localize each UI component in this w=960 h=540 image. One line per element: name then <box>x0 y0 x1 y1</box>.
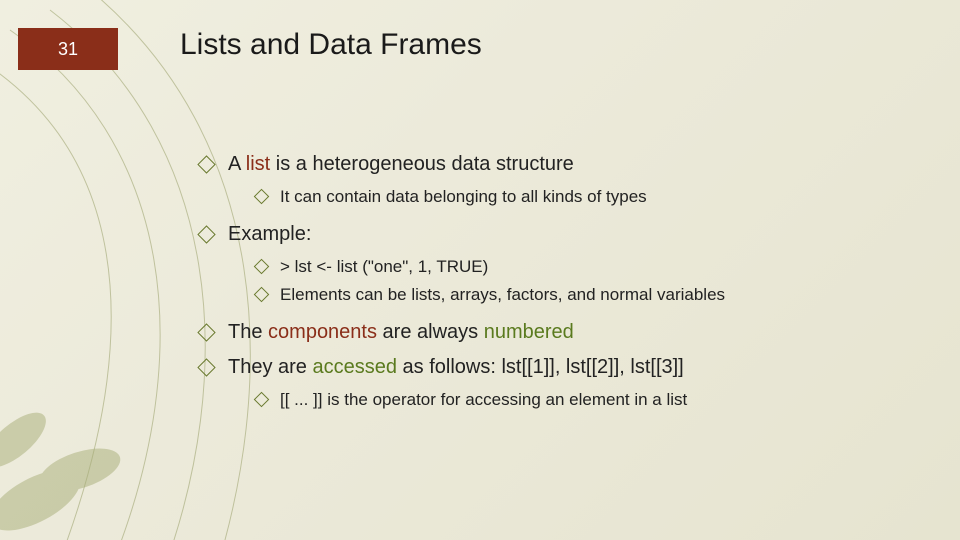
highlight-accessed: accessed <box>312 356 397 378</box>
bullet-1: A list is a heterogeneous data structure… <box>200 150 930 210</box>
page-number: 31 <box>58 39 78 60</box>
bullet-2-sub-1: > lst <- list ("one", 1, TRUE) <box>256 255 930 280</box>
slide-content: A list is a heterogeneous data structure… <box>200 150 930 423</box>
bullet-1-sub-1: It can contain data belonging to all kin… <box>256 185 930 210</box>
bullet-4: They are accessed as follows: lst[[1]], … <box>200 353 930 413</box>
bullet-2-sub-2: Elements can be lists, arrays, factors, … <box>256 283 930 308</box>
slide-title: Lists and Data Frames <box>180 28 482 62</box>
bullet-2: Example: > lst <- list ("one", 1, TRUE) … <box>200 220 930 308</box>
highlight-list: list <box>246 153 270 175</box>
page-number-badge: 31 <box>18 28 118 70</box>
bullet-3: The components are always numbered <box>200 318 930 347</box>
bullet-4-sub-1: [[ ... ]] is the operator for accessing … <box>256 388 930 413</box>
highlight-components: components <box>268 321 377 343</box>
highlight-numbered: numbered <box>484 321 574 343</box>
